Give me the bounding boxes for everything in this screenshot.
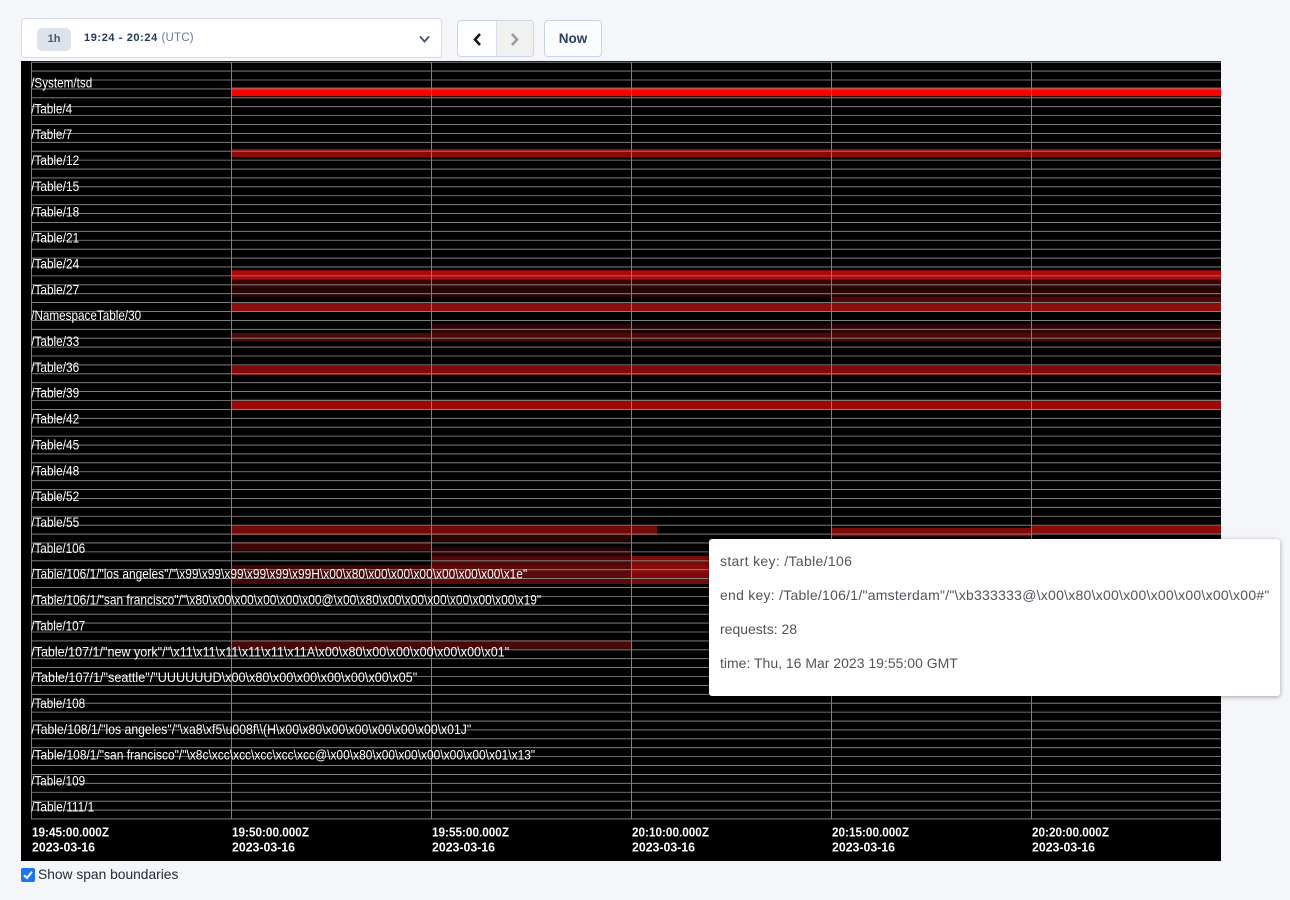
svg-text:/Table/33: /Table/33 (31, 334, 79, 349)
svg-text:/Table/24: /Table/24 (31, 256, 79, 271)
svg-text:/Table/111/1: /Table/111/1 (31, 799, 94, 814)
svg-text:2023-03-16: 2023-03-16 (632, 840, 695, 855)
svg-text:/Table/107/1/"new york"/"\x11\: /Table/107/1/"new york"/"\x11\x11\x11\x1… (31, 644, 509, 659)
svg-text:/Table/48: /Table/48 (31, 463, 79, 478)
svg-text:/Table/55: /Table/55 (31, 515, 79, 530)
svg-text:/NamespaceTable/30: /NamespaceTable/30 (31, 308, 141, 323)
svg-text:/Table/106/1/"san francisco"/": /Table/106/1/"san francisco"/"\x80\x00\x… (31, 593, 541, 608)
svg-text:/Table/39: /Table/39 (31, 386, 79, 401)
svg-text:/Table/52: /Table/52 (31, 489, 79, 504)
svg-text:2023-03-16: 2023-03-16 (1032, 840, 1095, 855)
svg-text:/Table/27: /Table/27 (31, 282, 79, 297)
svg-text:/Table/18: /Table/18 (31, 205, 79, 220)
svg-text:/Table/45: /Table/45 (31, 437, 79, 452)
svg-text:20:10:00.000Z: 20:10:00.000Z (632, 825, 709, 840)
svg-text:/Table/108/1/"los angeles"/"\x: /Table/108/1/"los angeles"/"\xa8\xf5\u00… (31, 722, 471, 737)
svg-text:2023-03-16: 2023-03-16 (432, 840, 495, 855)
svg-text:/Table/106: /Table/106 (31, 541, 85, 556)
svg-text:/Table/107/1/"seattle"/"UUUUUU: /Table/107/1/"seattle"/"UUUUUUD\x00\x80\… (31, 670, 417, 685)
svg-text:19:55:00.000Z: 19:55:00.000Z (432, 825, 509, 840)
svg-text:/Table/12: /Table/12 (31, 153, 79, 168)
svg-text:20:15:00.000Z: 20:15:00.000Z (832, 825, 909, 840)
svg-text:/Table/106/1/"los angeles"/"\x: /Table/106/1/"los angeles"/"\x99\x99\x99… (31, 567, 527, 582)
svg-text:/Table/109: /Table/109 (31, 774, 85, 789)
svg-text:/Table/42: /Table/42 (31, 412, 79, 427)
svg-text:/System/tsd: /System/tsd (31, 75, 92, 90)
svg-text:/Table/7: /Table/7 (31, 127, 72, 142)
svg-text:/Table/107: /Table/107 (31, 618, 85, 633)
svg-text:2023-03-16: 2023-03-16 (32, 840, 95, 855)
svg-text:20:20:00.000Z: 20:20:00.000Z (1032, 825, 1109, 840)
svg-text:2023-03-16: 2023-03-16 (832, 840, 895, 855)
svg-text:/Table/108: /Table/108 (31, 696, 85, 711)
svg-text:19:50:00.000Z: 19:50:00.000Z (232, 825, 309, 840)
svg-text:/Table/4: /Table/4 (31, 101, 72, 116)
svg-text:19:45:00.000Z: 19:45:00.000Z (32, 825, 109, 840)
svg-text:/Table/21: /Table/21 (31, 231, 79, 246)
svg-text:/Table/36: /Table/36 (31, 360, 79, 375)
svg-text:2023-03-16: 2023-03-16 (232, 840, 295, 855)
svg-text:/Table/15: /Table/15 (31, 179, 79, 194)
svg-text:/Table/108/1/"san francisco"/": /Table/108/1/"san francisco"/"\x8c\xcc\x… (31, 748, 535, 763)
